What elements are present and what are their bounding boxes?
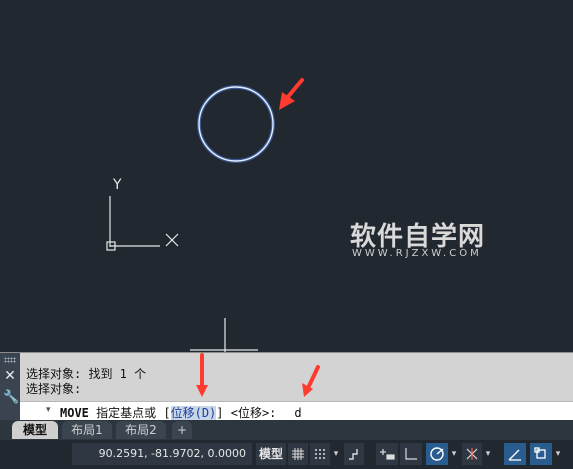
coordinate-readout[interactable]: 90.2591, -81.9702, 0.0000 [72, 443, 252, 465]
command-prompt-text: 指定基点或 [ [88, 406, 171, 420]
option-displacement[interactable]: 位移(D) [170, 406, 217, 420]
isodraft-icon[interactable] [462, 443, 482, 465]
layout-tabs: 模型 布局1 布局2 + [0, 420, 573, 440]
model-space-button[interactable]: 模型 [256, 443, 286, 465]
command-prompt-rest: ] <位移>: [216, 406, 277, 420]
ucs-icon [106, 196, 179, 251]
command-recent-dropdown-icon[interactable]: ▾ [46, 405, 51, 415]
watermark-url: WWW.RJZXW.COM [352, 248, 482, 259]
tab-model[interactable]: 模型 [12, 421, 58, 439]
annotation-arrow-typed [302, 365, 320, 397]
drawing-canvas[interactable]: Y 软件自学网 WWW.RJZXW.COM [0, 0, 573, 352]
object-snap-icon[interactable] [530, 443, 552, 465]
annotation-arrow-option [196, 353, 208, 397]
dynamic-input-icon[interactable] [376, 443, 398, 465]
annotation-arrow-circle [279, 78, 304, 110]
wrench-icon[interactable]: 🔧 [3, 391, 19, 405]
tab-layout2[interactable]: 布局2 [116, 421, 166, 439]
add-layout-button[interactable]: + [172, 421, 192, 439]
infer-icon[interactable] [344, 443, 364, 465]
command-prompt: MOVE 指定基点或 [位移(D)] <位移>: d [60, 404, 302, 421]
command-line-panel: ✕ 🔧 选择对象: 找到 1 个 选择对象: ▾ MOVE 指定基点或 [位移(… [0, 352, 573, 422]
crosshair-cursor [190, 318, 258, 352]
grid-icon[interactable] [288, 443, 308, 465]
typed-value: d [294, 406, 302, 420]
status-bar: 90.2591, -81.9702, 0.0000 模型 ▾ ▾ ▾ ▾ [0, 440, 573, 468]
command-keyword: MOVE [60, 406, 89, 420]
grip-icon[interactable] [4, 357, 16, 363]
tab-layout1[interactable]: 布局1 [62, 421, 112, 439]
command-input[interactable]: ▾ MOVE 指定基点或 [位移(D)] <位移>: d [20, 401, 573, 422]
close-icon[interactable]: ✕ [3, 369, 17, 383]
ortho-icon[interactable] [400, 443, 422, 465]
command-line-handle[interactable]: ✕ 🔧 [0, 353, 20, 421]
ucs-y-label: Y [113, 177, 122, 193]
snap-icon[interactable] [310, 443, 330, 465]
object-snap-tracking-icon[interactable] [504, 443, 526, 465]
polar-icon[interactable] [426, 443, 448, 465]
object-snap-dropdown-icon[interactable]: ▾ [553, 443, 563, 465]
isodraft-dropdown-icon[interactable]: ▾ [483, 443, 493, 465]
circle-outline [198, 86, 274, 162]
canvas-svg [106, 78, 304, 352]
snap-dropdown-icon[interactable]: ▾ [331, 443, 341, 465]
command-history-line-2: 选择对象: [26, 382, 82, 396]
polar-dropdown-icon[interactable]: ▾ [449, 443, 459, 465]
